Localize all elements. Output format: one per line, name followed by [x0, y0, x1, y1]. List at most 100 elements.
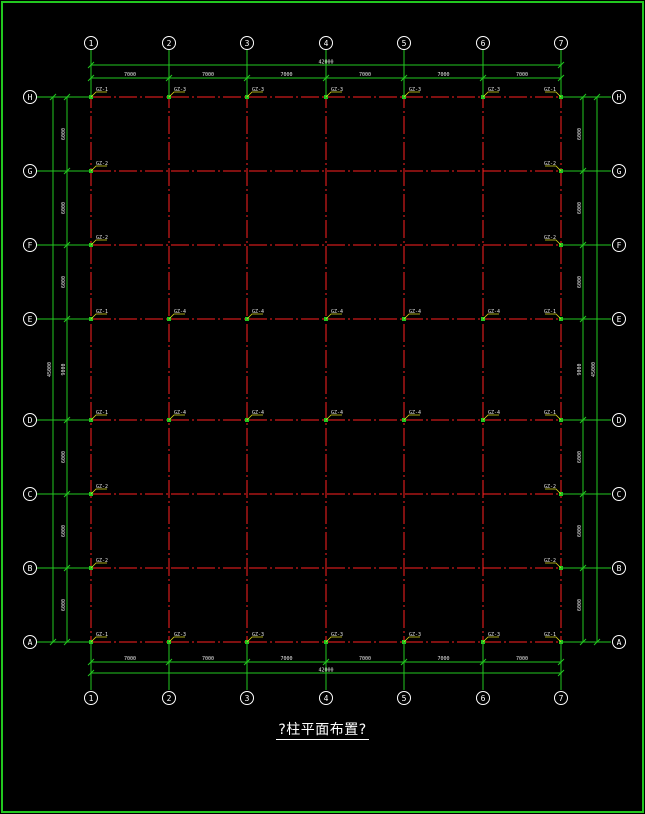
axis-bubble-top-4-label: 4 [324, 39, 329, 48]
dim-label-left: 6000 [61, 599, 67, 611]
column-tag-label: GZ-4 [331, 309, 343, 315]
axis-bubble-top-5-label: 5 [402, 39, 407, 48]
axis-bubble-bottom-2-label: 2 [167, 694, 172, 703]
dim-label-right: 6000 [577, 276, 583, 288]
dim-label-top: 7000 [516, 72, 528, 78]
column-tag-label: GZ-4 [488, 309, 500, 315]
axis-bubble-left-H-label: H [28, 93, 33, 102]
dim-label-left: 6000 [61, 276, 67, 288]
dim-label-left: 6000 [61, 525, 67, 537]
dim-label-right: 6000 [577, 202, 583, 214]
axis-bubble-left-C-label: C [28, 490, 33, 499]
axis-bubble-left-F-label: F [28, 241, 33, 250]
drawing-title-text: ?柱平面布置? [276, 722, 369, 740]
axis-bubble-right-H-label: H [617, 93, 622, 102]
column-tag-label: GZ-3 [331, 632, 343, 638]
axis-bubble-bottom-7-label: 7 [559, 694, 564, 703]
axis-bubble-left-B-label: B [28, 564, 33, 573]
column-tag-label: GZ-3 [252, 87, 264, 93]
axis-bubble-bottom-1-label: 1 [89, 694, 94, 703]
dim-label-bottom: 7000 [516, 656, 528, 662]
column-tag-label: GZ-1 [96, 87, 108, 93]
axis-bubble-top-2-label: 2 [167, 39, 172, 48]
dim-label-left: 6000 [61, 128, 67, 140]
dim-label-right: 6000 [577, 128, 583, 140]
column-tag-label: GZ-1 [544, 87, 556, 93]
dim-total-label-top: 42000 [318, 60, 333, 66]
column-tag-label: GZ-2 [96, 558, 108, 564]
axis-bubble-right-E-label: E [617, 315, 622, 324]
dim-label-bottom: 7000 [359, 656, 371, 662]
column-tag-label: GZ-1 [96, 309, 108, 315]
axis-bubble-right-F-label: F [617, 241, 622, 250]
column-tag-label: GZ-4 [252, 410, 264, 416]
dim-label-bottom: 7000 [437, 656, 449, 662]
axis-bubble-left-D-label: D [28, 416, 33, 425]
column-tag-label: GZ-4 [174, 410, 186, 416]
column-tag-label: GZ-3 [331, 87, 343, 93]
dim-label-top: 7000 [437, 72, 449, 78]
column-tag-label: GZ-4 [252, 309, 264, 315]
column-tag-label: GZ-4 [409, 410, 421, 416]
column-tag-label: GZ-1 [96, 632, 108, 638]
dim-label-left: 9000 [61, 363, 67, 375]
axis-bubble-left-G-label: G [28, 167, 33, 176]
column-tag-label: GZ-2 [544, 558, 556, 564]
drawing-sheet: 7000 7000 7000 7000 7000 7000 42000 7000 7000 700… [0, 0, 645, 814]
dim-label-top: 7000 [359, 72, 371, 78]
dim-label-left: 6000 [61, 451, 67, 463]
column-tag-label: GZ-3 [409, 87, 421, 93]
column-tag-label: GZ-4 [331, 410, 343, 416]
dim-total-label-left: 45000 [47, 362, 53, 377]
dim-label-bottom: 7000 [202, 656, 214, 662]
column-tag-label: GZ-1 [544, 309, 556, 315]
dim-label-bottom: 7000 [124, 656, 136, 662]
dim-total-label-bottom: 42000 [318, 668, 333, 674]
axis-bubble-top-7-label: 7 [559, 39, 564, 48]
axis-bubble-right-G-label: G [617, 167, 622, 176]
axis-bubble-top-6-label: 6 [481, 39, 486, 48]
column-tag-label: GZ-2 [544, 235, 556, 241]
axis-bubble-bottom-4-label: 4 [324, 694, 329, 703]
column-layout-plan: 7000 7000 7000 7000 7000 7000 42000 7000 7000 700… [23, 36, 626, 705]
axis-bubble-right-A-label: A [617, 638, 622, 647]
column-tag-label: GZ-3 [252, 632, 264, 638]
column-tag-label: GZ-1 [544, 632, 556, 638]
column-tag-label: GZ-2 [544, 161, 556, 167]
column-tag-label: GZ-3 [174, 87, 186, 93]
axis-bubble-bottom-6-label: 6 [481, 694, 486, 703]
drawing-title: ?柱平面布置? [0, 719, 645, 740]
column-tag-label: GZ-4 [488, 410, 500, 416]
column-tag-label: GZ-1 [96, 410, 108, 416]
dim-label-right: 6000 [577, 599, 583, 611]
column-tag-label: GZ-2 [96, 235, 108, 241]
axis-bubble-left-A-label: A [28, 638, 33, 647]
column-tag-label: GZ-2 [96, 484, 108, 490]
column-tag-label: GZ-4 [409, 309, 421, 315]
axis-bubble-left-E-label: E [28, 315, 33, 324]
column-tag-label: GZ-1 [544, 410, 556, 416]
column-tag-label: GZ-3 [174, 632, 186, 638]
column-tag-label: GZ-4 [174, 309, 186, 315]
column-tag-label: GZ-3 [488, 87, 500, 93]
dim-total-label-right: 45000 [591, 362, 597, 377]
axis-bubble-top-1-label: 1 [89, 39, 94, 48]
axis-bubble-right-B-label: B [617, 564, 622, 573]
column-tag-label: GZ-2 [544, 484, 556, 490]
axis-bubble-top-3-label: 3 [245, 39, 250, 48]
axis-bubble-bottom-3-label: 3 [245, 694, 250, 703]
axis-bubble-bottom-5-label: 5 [402, 694, 407, 703]
column-tag-label: GZ-2 [96, 161, 108, 167]
dim-label-left: 6000 [61, 202, 67, 214]
axis-bubble-right-D-label: D [617, 416, 622, 425]
axis-bubble-right-C-label: C [617, 490, 622, 499]
dim-label-right: 6000 [577, 451, 583, 463]
dim-label-top: 7000 [124, 72, 136, 78]
dim-label-right: 9000 [577, 363, 583, 375]
column-tag-label: GZ-3 [409, 632, 421, 638]
dim-label-right: 6000 [577, 525, 583, 537]
dim-label-bottom: 7000 [280, 656, 292, 662]
dim-label-top: 7000 [280, 72, 292, 78]
dim-label-top: 7000 [202, 72, 214, 78]
column-tag-label: GZ-3 [488, 632, 500, 638]
